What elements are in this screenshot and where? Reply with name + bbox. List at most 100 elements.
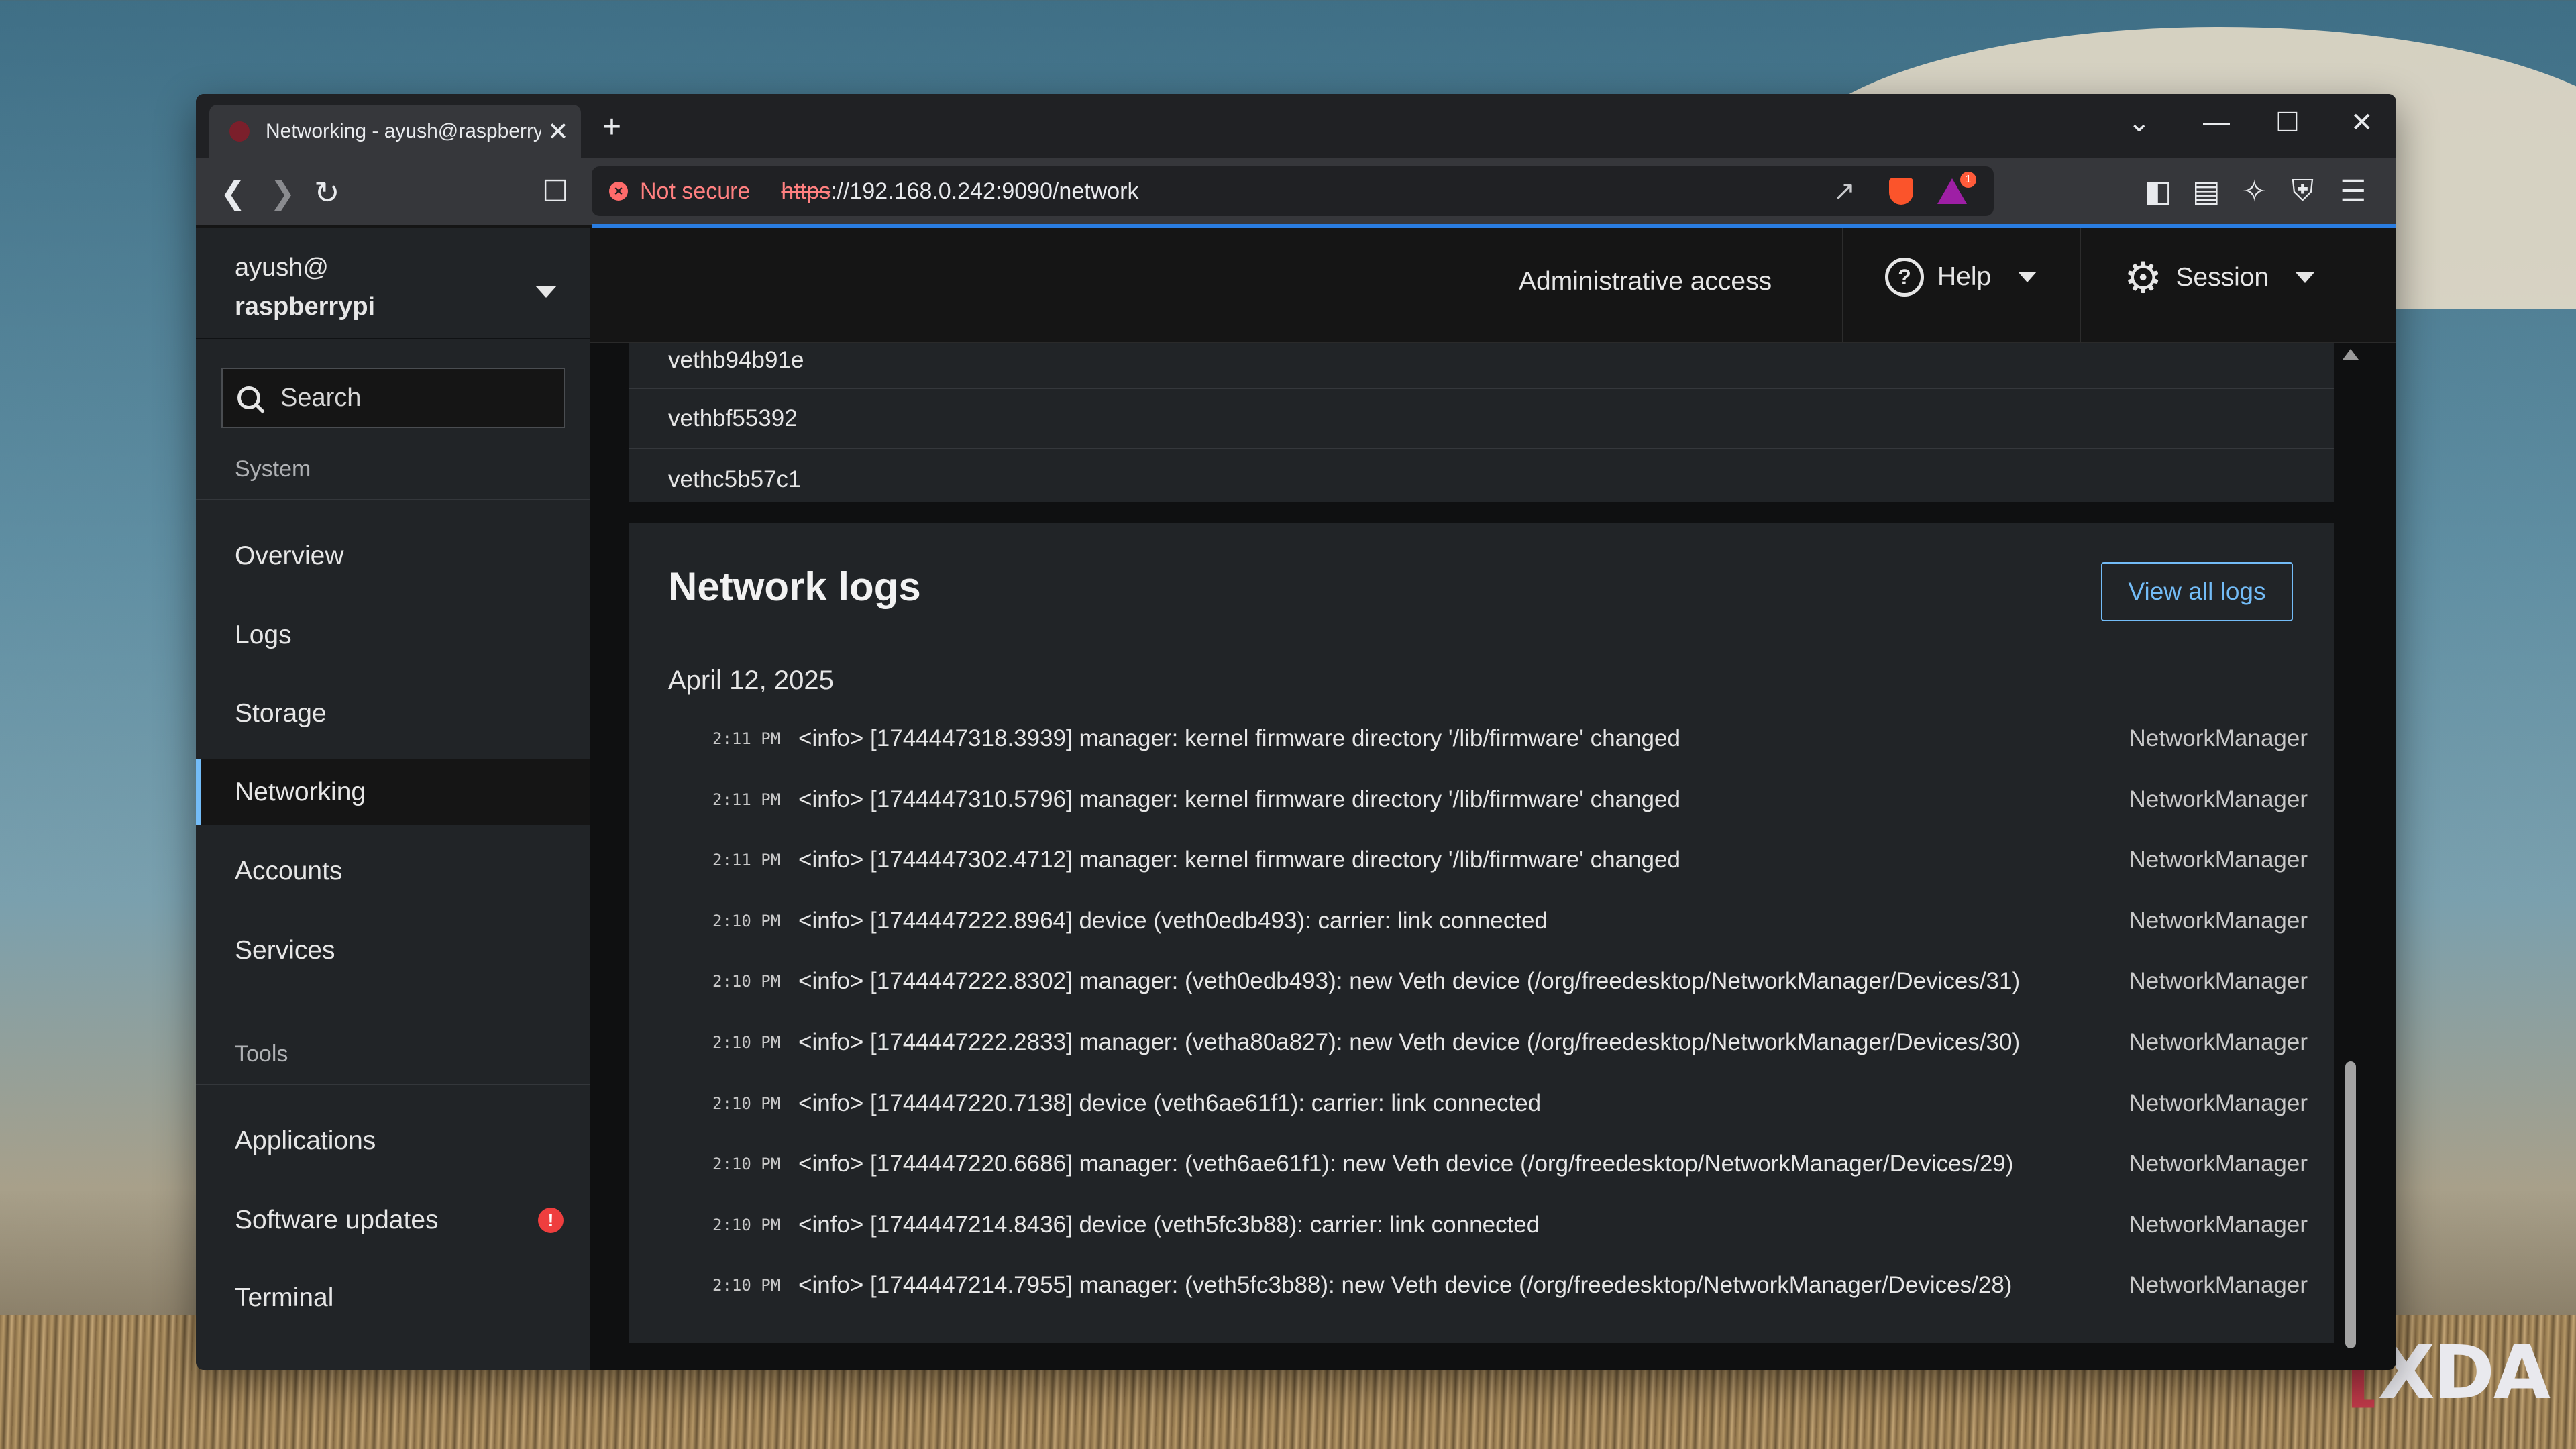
interface-row[interactable]: vethb94b91e: [629, 343, 2334, 389]
network-logs-title: Network logs: [668, 564, 921, 609]
cockpit-header: Administrative access ? Help ⚙ Session: [590, 228, 2396, 343]
log-message: <info> [1744447310.5796] manager: kernel…: [798, 786, 1680, 812]
session-menu[interactable]: ⚙ Session: [2124, 254, 2315, 302]
session-label: Session: [2176, 263, 2269, 292]
scroll-up-icon[interactable]: [2343, 349, 2359, 360]
sidebar-item-accounts[interactable]: Accounts: [196, 839, 590, 904]
log-time: 2:10 PM: [712, 1093, 781, 1113]
menu-icon[interactable]: ☰: [2340, 174, 2366, 209]
divider: [1842, 228, 1843, 342]
address-bar[interactable]: × Not secure https ://192.168.0.242:9090…: [592, 166, 1994, 216]
security-label[interactable]: Not secure: [640, 178, 750, 205]
help-label: Help: [1937, 262, 1992, 291]
sidebar-item-terminal[interactable]: Terminal: [196, 1265, 590, 1331]
divider: [196, 1084, 590, 1085]
sidebar-item-label: Software updates: [235, 1205, 439, 1234]
tab-close-icon[interactable]: ✕: [547, 117, 569, 147]
log-time: 2:10 PM: [712, 1033, 781, 1052]
log-message: <info> [1744447222.8964] device (veth0ed…: [798, 907, 1548, 934]
divider: [2080, 228, 2081, 342]
scrollbar-thumb[interactable]: [2345, 1061, 2356, 1348]
log-entry-row[interactable]: 2:10 PM <info> [1744447214.7955] manager:…: [629, 1255, 2334, 1316]
leo-icon[interactable]: ✧: [2242, 174, 2267, 209]
log-entry-row[interactable]: 2:11 PM <info> [1744447318.3939] manager:…: [629, 708, 2334, 769]
log-entry-row[interactable]: 2:10 PM <info> [1744447220.7138] device (…: [629, 1073, 2334, 1134]
log-time: 2:10 PM: [712, 972, 781, 991]
vpn-icon[interactable]: ⛨: [2292, 174, 2314, 208]
log-date-heading: April 12, 2025: [668, 665, 834, 695]
interface-row[interactable]: vethbf55392: [629, 389, 2334, 449]
administrative-access-button[interactable]: Administrative access: [1519, 267, 1772, 297]
sidebar-item-storage[interactable]: Storage: [196, 681, 590, 747]
share-icon[interactable]: ↗: [1833, 176, 1856, 207]
help-icon: ?: [1885, 258, 1924, 297]
chevron-down-icon: [2296, 272, 2315, 283]
reload-icon[interactable]: ↻: [314, 174, 340, 211]
brave-shields-icon[interactable]: [1889, 178, 1913, 205]
wallet-icon[interactable]: ▤: [2192, 174, 2220, 209]
main-content: vethb94b91e vethbf55392 vethc5b57c1 Netw…: [590, 343, 2396, 1370]
tab-list-icon[interactable]: ⌄: [2128, 107, 2151, 138]
sidebar-item-software-updates[interactable]: Software updates !: [196, 1187, 590, 1253]
sidebar-item-applications[interactable]: Applications: [196, 1108, 590, 1174]
search-input[interactable]: [279, 382, 564, 413]
new-tab-icon[interactable]: +: [602, 109, 621, 146]
back-icon[interactable]: ❮: [220, 174, 246, 211]
log-time: 2:10 PM: [712, 1215, 781, 1234]
sidebar-icon[interactable]: ◧: [2144, 174, 2172, 209]
minimize-icon[interactable]: —: [2203, 107, 2230, 138]
log-entry-row[interactable]: 2:10 PM <info> [1744447222.2833] manager:…: [629, 1012, 2334, 1073]
interface-row[interactable]: vethc5b57c1: [629, 449, 2334, 510]
log-time: 2:10 PM: [712, 911, 781, 930]
gear-icon: ⚙: [2124, 254, 2163, 302]
forward-icon[interactable]: ❯: [270, 174, 296, 211]
log-source: NetworkManager: [2129, 725, 2308, 751]
url-text: ://192.168.0.242:9090/network: [830, 178, 1139, 204]
chevron-down-icon[interactable]: [535, 286, 557, 298]
log-entry-row[interactable]: 2:10 PM <info> [1744447222.8302] manager:…: [629, 951, 2334, 1012]
log-entry-row[interactable]: 2:11 PM <info> [1744447310.5796] manager:…: [629, 769, 2334, 830]
network-logs-card: Network logs View all logs April 12, 202…: [629, 523, 2334, 1343]
log-source: NetworkManager: [2129, 786, 2308, 812]
log-source: NetworkManager: [2129, 1150, 2308, 1177]
sidebar-item-networking[interactable]: Networking: [196, 759, 590, 825]
log-time: 2:11 PM: [712, 790, 781, 809]
cockpit-favicon-icon: [229, 121, 250, 142]
help-menu[interactable]: ? Help: [1885, 258, 2037, 297]
tab-title: Networking - ayush@raspberrypi: [266, 120, 541, 142]
search-icon: [237, 386, 260, 409]
log-message: <info> [1744447214.7955] manager: (veth5…: [798, 1272, 2012, 1299]
cockpit-sidebar: ayush@ raspberrypi System Overview Logs …: [196, 228, 590, 1370]
log-source: NetworkManager: [2129, 1029, 2308, 1055]
log-entry-row[interactable]: 2:10 PM <info> [1744447220.6686] manager:…: [629, 1134, 2334, 1194]
log-entry-row[interactable]: 2:10 PM <info> [1744447222.8964] device (…: [629, 891, 2334, 951]
log-source: NetworkManager: [2129, 907, 2308, 934]
log-message: <info> [1744447214.8436] device (veth5fc…: [798, 1211, 1540, 1238]
section-label-system: System: [235, 456, 311, 482]
log-source: NetworkManager: [2129, 1089, 2308, 1116]
host-switcher[interactable]: ayush@ raspberrypi: [235, 248, 375, 326]
url-scheme: https: [781, 178, 831, 204]
browser-window: Networking - ayush@raspberrypi ✕ + ⌄ — ☐…: [196, 94, 2396, 1370]
log-entry-row[interactable]: 2:11 PM <info> [1744447302.4712] manager:…: [629, 830, 2334, 890]
log-message: <info> [1744447222.8302] manager: (veth0…: [798, 968, 2021, 995]
view-all-logs-button[interactable]: View all logs: [2101, 562, 2293, 621]
search-field[interactable]: [221, 368, 565, 428]
sidebar-item-logs[interactable]: Logs: [196, 602, 590, 668]
rewards-badge: 1: [1960, 172, 1976, 188]
log-time: 2:10 PM: [712, 1276, 781, 1295]
bookmark-icon[interactable]: ☐: [542, 174, 568, 209]
divider: [196, 338, 590, 339]
tab-networking[interactable]: Networking - ayush@raspberrypi ✕: [209, 105, 581, 158]
log-message: <info> [1744447220.7138] device (veth6ae…: [798, 1089, 1542, 1116]
host-name: raspberrypi: [235, 292, 376, 321]
section-label-tools: Tools: [235, 1041, 288, 1067]
close-window-icon[interactable]: ✕: [2351, 107, 2373, 138]
tab-strip: Networking - ayush@raspberrypi ✕ + ⌄ — ☐…: [196, 94, 2396, 158]
log-time: 2:11 PM: [712, 851, 781, 870]
sidebar-item-services[interactable]: Services: [196, 918, 590, 983]
log-time: 2:10 PM: [712, 1155, 781, 1174]
log-entry-row[interactable]: 2:10 PM <info> [1744447214.8436] device (…: [629, 1195, 2334, 1255]
sidebar-item-overview[interactable]: Overview: [196, 523, 590, 589]
maximize-icon[interactable]: ☐: [2275, 107, 2300, 138]
